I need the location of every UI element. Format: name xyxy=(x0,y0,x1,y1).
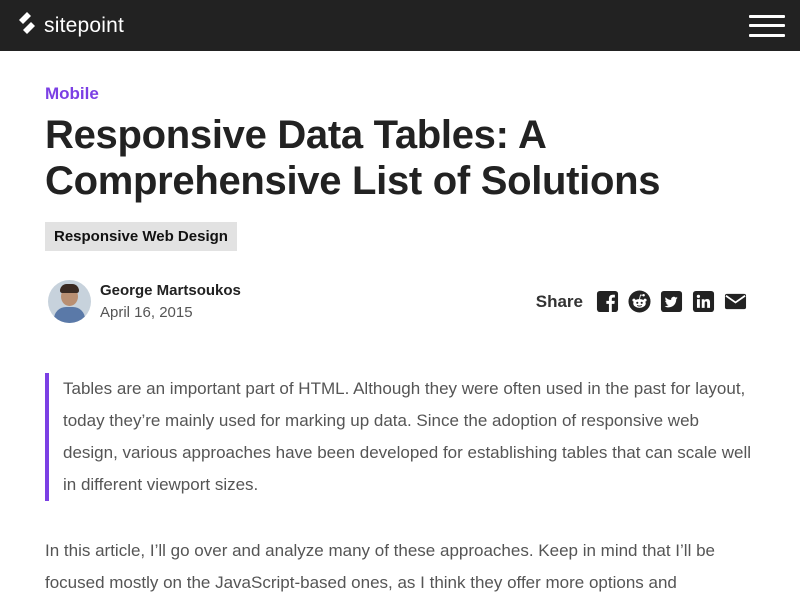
article-title: Responsive Data Tables: A Comprehensive … xyxy=(45,112,755,204)
article-content: Mobile Responsive Data Tables: A Compreh… xyxy=(0,84,800,599)
publish-date: April 16, 2015 xyxy=(100,304,193,321)
hamburger-menu-icon[interactable] xyxy=(749,12,785,40)
topic-tag[interactable]: Responsive Web Design xyxy=(45,222,237,251)
logo-text: sitepoint xyxy=(44,13,125,37)
facebook-icon[interactable] xyxy=(595,290,619,314)
article-intro-quote: Tables are an important part of HTML. Al… xyxy=(45,373,755,501)
article-meta: George Martsoukos April 16, 2015 Share xyxy=(45,280,755,323)
article-paragraph: In this article, I’ll go over and analyz… xyxy=(45,541,715,592)
author-name[interactable]: George Martsoukos xyxy=(100,282,241,299)
reddit-icon[interactable] xyxy=(627,290,651,314)
author-avatar[interactable] xyxy=(48,280,91,323)
sitepoint-logo[interactable]: sitepoint xyxy=(16,11,124,40)
top-navigation-bar: sitepoint xyxy=(0,0,800,51)
share-label: Share xyxy=(535,291,583,311)
author-info: George Martsoukos April 16, 2015 xyxy=(100,282,241,321)
linkedin-icon[interactable] xyxy=(691,290,715,314)
title-line-2: Comprehensive List of Solutions xyxy=(45,159,661,203)
author-block: George Martsoukos April 16, 2015 xyxy=(45,280,241,323)
email-icon[interactable] xyxy=(723,290,747,314)
category-link[interactable]: Mobile xyxy=(45,84,755,104)
twitter-icon[interactable] xyxy=(659,290,683,314)
sitepoint-logo-icon xyxy=(16,11,38,40)
share-bar: Share xyxy=(536,290,747,314)
title-line-1: Responsive Data Tables: A xyxy=(45,113,547,157)
